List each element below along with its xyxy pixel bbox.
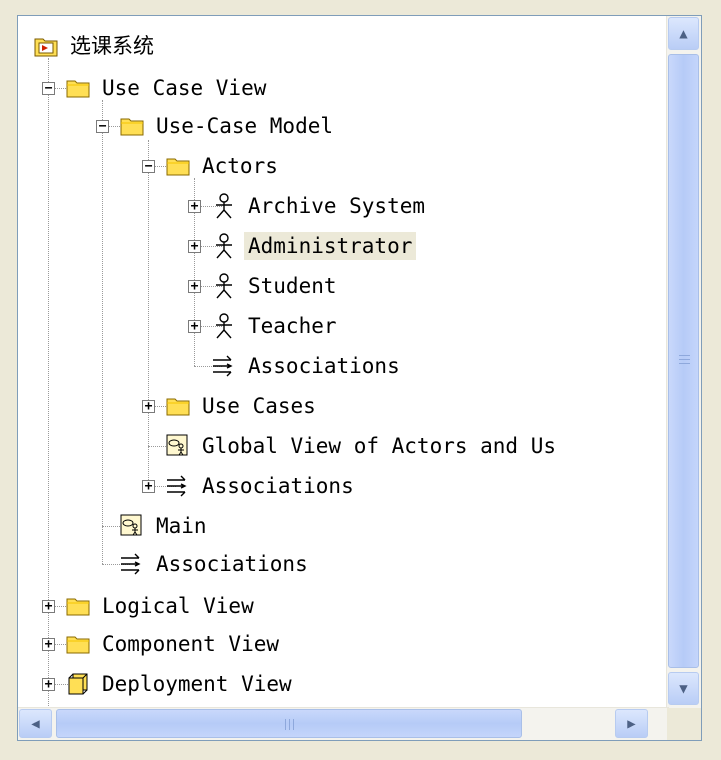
tree-node-label: Associations	[202, 474, 354, 498]
tree-node-use-case-model[interactable]: Use-Case Model	[118, 110, 337, 142]
folder-icon	[164, 152, 192, 180]
expand-toggle[interactable]: +	[42, 638, 55, 651]
tree-node-associations[interactable]: Associations	[210, 350, 404, 382]
tree-node-label: Use Case View	[102, 76, 267, 100]
tree-node-deployment-view[interactable]: Deployment View	[64, 668, 296, 700]
tree-node-component-view[interactable]: Component View	[64, 628, 283, 660]
tree-node-label: Component View	[102, 632, 280, 656]
tree-node-global-view-diagram[interactable]: Global View of Actors and Us	[164, 430, 560, 462]
actor-icon	[210, 312, 238, 340]
folder-icon	[64, 630, 92, 658]
tree-node-label: Deployment View	[102, 672, 292, 696]
browser-tree-panel: − − − + + + + + + + + + 选课系统 Use Case Vi…	[17, 15, 702, 741]
tree-node-label: 选课系统	[70, 34, 154, 58]
tree-node-label: Logical View	[102, 594, 254, 618]
tree-node-student[interactable]: Student	[210, 270, 341, 302]
folder-icon	[118, 112, 146, 140]
use-case-diagram-icon	[118, 512, 146, 540]
tree-node-label: Global View of Actors and Us	[202, 434, 557, 458]
expand-toggle[interactable]: +	[188, 280, 201, 293]
actor-icon	[210, 232, 238, 260]
tree-node-label: Administrator	[244, 232, 417, 260]
associations-icon	[118, 550, 146, 578]
actor-icon	[210, 272, 238, 300]
tree-node-label: Use Cases	[202, 394, 316, 418]
tree-node-logical-view[interactable]: Logical View	[64, 590, 258, 622]
vertical-scrollbar[interactable]: ▲ ▼	[666, 16, 701, 708]
expand-toggle[interactable]: +	[188, 240, 201, 253]
grip-icon	[679, 359, 690, 360]
package-icon	[64, 670, 92, 698]
scroll-right-icon: ▶	[627, 715, 636, 732]
collapse-toggle[interactable]: −	[96, 120, 109, 133]
tree-line	[148, 140, 149, 486]
folder-icon	[64, 74, 92, 102]
folder-icon	[64, 592, 92, 620]
tree-node-label: Archive System	[248, 194, 426, 218]
expand-toggle[interactable]: +	[188, 200, 201, 213]
tree-node-label: Associations	[156, 552, 308, 576]
tree-node-teacher[interactable]: Teacher	[210, 310, 341, 342]
horizontal-scrollbar[interactable]: ◀ ▶	[18, 707, 669, 740]
tree-node-administrator[interactable]: Administrator	[210, 230, 417, 262]
expand-toggle[interactable]: +	[188, 320, 201, 333]
model-folder-icon	[32, 32, 60, 60]
tree-node-main-diagram[interactable]: Main	[118, 510, 211, 542]
scroll-right-button[interactable]: ▶	[615, 709, 648, 738]
grip-icon	[679, 363, 690, 364]
collapse-toggle[interactable]: −	[142, 160, 155, 173]
tree-node-label: Use-Case Model	[156, 114, 334, 138]
vertical-scroll-thumb[interactable]	[668, 54, 699, 668]
expand-toggle[interactable]: +	[142, 400, 155, 413]
scroll-up-button[interactable]: ▲	[668, 17, 699, 50]
grip-icon	[293, 719, 294, 730]
expand-toggle[interactable]: +	[42, 600, 55, 613]
scrollbar-corner	[667, 708, 701, 740]
scroll-left-button[interactable]: ◀	[19, 709, 52, 738]
use-case-diagram-icon	[164, 432, 192, 460]
tree-node-use-case-view[interactable]: Use Case View	[64, 72, 270, 104]
tree-node-label: Student	[248, 274, 337, 298]
tree-line	[102, 100, 103, 564]
folder-icon	[164, 392, 192, 420]
tree-node-label: Associations	[248, 354, 400, 378]
actor-icon	[210, 192, 238, 220]
grip-icon	[285, 719, 286, 730]
expand-toggle[interactable]: +	[142, 480, 155, 493]
scroll-down-button[interactable]: ▼	[668, 672, 699, 705]
tree-node-label: Main	[156, 514, 207, 538]
tree-node-actors[interactable]: Actors	[164, 150, 282, 182]
tree-node-label: Actors	[202, 154, 278, 178]
associations-icon	[164, 472, 192, 500]
tree-node-archive-system[interactable]: Archive System	[210, 190, 429, 222]
tree-node-associations[interactable]: Associations	[164, 470, 358, 502]
horizontal-scroll-thumb[interactable]	[56, 709, 522, 738]
tree-root-node[interactable]: 选课系统	[32, 30, 158, 62]
tree-view: − − − + + + + + + + + + 选课系统 Use Case Vi…	[18, 16, 650, 708]
tree-node-label: Teacher	[248, 314, 337, 338]
tree-node-associations[interactable]: Associations	[118, 548, 312, 580]
scroll-up-icon: ▲	[679, 25, 688, 42]
scroll-left-icon: ◀	[31, 715, 40, 732]
collapse-toggle[interactable]: −	[42, 82, 55, 95]
tree-node-use-cases[interactable]: Use Cases	[164, 390, 320, 422]
grip-icon	[679, 355, 690, 356]
associations-icon	[210, 352, 238, 380]
scroll-down-icon: ▼	[679, 680, 688, 697]
expand-toggle[interactable]: +	[42, 678, 55, 691]
grip-icon	[289, 719, 290, 730]
